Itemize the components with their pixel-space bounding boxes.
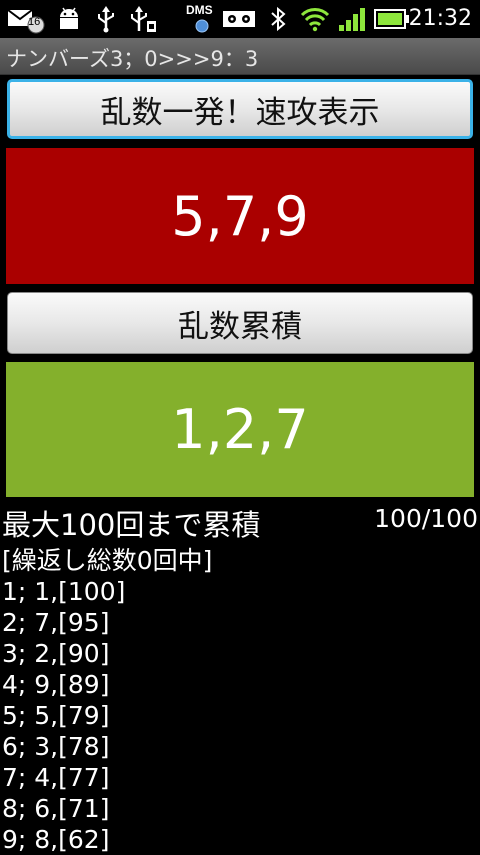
list-item: 4; 9,[89] [2,670,110,699]
list-header: [繰返し総数0回中] [2,546,213,575]
list-item: 1; 1,[100] [2,577,126,606]
accumulation-counter: 100/100 [374,504,478,533]
max-accumulation-label: 最大100回まで累積 [2,508,261,542]
android-icon [54,4,84,34]
app-title: ナンバーズ3；0>>>9：3 [6,47,259,71]
signal-icon [338,4,366,34]
cumulative-random-button-label: 乱数累積 [178,308,302,345]
list-item: 6; 3,[78] [2,732,110,761]
voicemail-icon [222,4,256,34]
message-icon: 16 [6,4,46,34]
dms-label: DMS [186,3,213,17]
clock: 21:32 [408,6,472,31]
cumulative-random-button[interactable]: 乱数累積 [7,292,473,354]
frequency-list: [繰返し総数0回中] 1; 1,[100] 2; 7,[95] 3; 2,[90… [2,545,478,855]
list-item: 7; 4,[77] [2,763,110,792]
status-bar: 16 DMS 21:32 [0,0,480,38]
quick-result-panel: 5,7,9 [6,148,474,284]
cumulative-result-value: 1,2,7 [171,398,309,461]
list-item: 5; 5,[79] [2,701,110,730]
quick-random-button-label: 乱数一発！速攻表示 [100,94,380,131]
wifi-icon [300,4,330,34]
cumulative-result-panel: 1,2,7 [6,362,474,497]
list-item: 2; 7,[95] [2,608,110,637]
usb-debug-icon [128,4,158,34]
bluetooth-icon [268,4,288,34]
quick-random-button[interactable]: 乱数一発！速攻表示 [7,79,473,139]
battery-icon [374,4,410,34]
dms-icon [192,18,212,34]
list-item: 3; 2,[90] [2,639,110,668]
title-bar: ナンバーズ3；0>>>9：3 [0,38,480,75]
notification-count: 16 [28,16,41,28]
quick-result-value: 5,7,9 [171,184,309,248]
list-item: 8; 6,[71] [2,794,110,823]
list-item: 9; 8,[62] [2,825,110,854]
usb-icon [94,4,118,34]
